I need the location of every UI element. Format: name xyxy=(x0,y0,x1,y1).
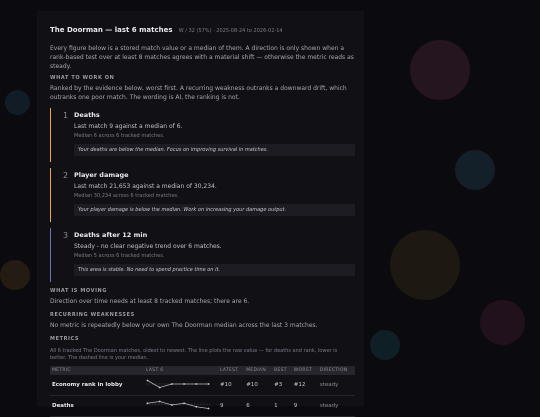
metric-latest: 9 xyxy=(218,395,245,417)
report-content: The Doorman — last 6 matches W / 32 (57%… xyxy=(50,26,355,417)
priority-number: 1 xyxy=(63,111,69,120)
metric-worst: 9 xyxy=(291,395,318,417)
priority-sub: Median 30,234 across 6 tracked matches. xyxy=(74,193,179,199)
sparkline-cell xyxy=(144,395,218,417)
sparkline-point xyxy=(171,404,173,406)
priority-item: 1 Deaths Last match 9 against a median o… xyxy=(50,108,355,162)
metric-latest: #10 xyxy=(218,375,245,396)
table-row: Deaths 9 6 1 9 steady xyxy=(50,395,355,417)
sparkline-point xyxy=(183,383,185,385)
sparkline-point xyxy=(158,386,161,389)
col-last6: LAST 6 xyxy=(144,366,218,375)
sparkline-point xyxy=(171,383,173,385)
metric-direction: steady xyxy=(317,375,355,396)
sparkline-point xyxy=(158,400,161,403)
metrics-header-row: METRIC LAST 6 LATEST MEDIAN BEST WORST D… xyxy=(50,366,355,375)
metric-median: #10 xyxy=(244,375,273,396)
priority-line: Last match 9 against a median of 6. xyxy=(74,123,183,130)
priority-note: This area is stable. No need to spend pr… xyxy=(74,264,355,276)
metric-worst: #12 xyxy=(291,375,318,396)
priority-title: Player damage xyxy=(74,171,129,179)
moving-text: Direction over time needs at least 8 tra… xyxy=(50,298,250,305)
sparkline-path xyxy=(147,401,209,409)
sparkline-point xyxy=(207,383,210,385)
priority-number: 3 xyxy=(63,231,69,240)
metrics-caption: All 6 tracked The Doorman matches, oldes… xyxy=(50,348,338,361)
metric-best: #3 xyxy=(272,375,292,396)
sparkline xyxy=(146,400,210,410)
priority-title: Deaths after 12 min xyxy=(74,231,148,239)
priority-number: 2 xyxy=(63,171,69,180)
priority-item: 3 Deaths after 12 min Steady - no clear … xyxy=(50,228,355,282)
page-title: The Doorman — last 6 matches xyxy=(50,26,173,34)
priority-line: Last match 21,653 against a median of 30… xyxy=(74,183,217,190)
sparkline-cell xyxy=(144,375,218,396)
sparkline-point xyxy=(146,379,149,382)
priority-note: Your deaths are below the median. Focus … xyxy=(74,144,355,156)
sparkline-point xyxy=(146,402,149,405)
col-best: BEST xyxy=(272,366,292,375)
priority-sub: Median 6 across 6 tracked matches. xyxy=(74,133,165,139)
section-heading-work-on: WHAT TO WORK ON xyxy=(50,75,115,81)
priority-item: 2 Player damage Last match 21,653 agains… xyxy=(50,168,355,222)
table-row: Economy rank in lobby #10 #10 #3 #12 ste… xyxy=(50,375,355,396)
page-header: The Doorman — last 6 matches W / 32 (57%… xyxy=(50,26,355,34)
sparkline-path xyxy=(147,380,209,388)
metric-direction: steady xyxy=(317,395,355,417)
col-worst: WORST xyxy=(291,366,318,375)
sparkline-point xyxy=(183,402,185,405)
sparkline xyxy=(146,379,210,389)
priority-note: Your player damage is below the median. … xyxy=(74,204,355,216)
metric-best: 1 xyxy=(272,395,292,417)
col-metric: METRIC xyxy=(50,366,144,375)
work-on-text: Ranked by the evidence below, worst firs… xyxy=(50,85,347,101)
metric-name: Economy rank in lobby xyxy=(50,375,144,396)
section-heading-recurring: RECURRING WEAKNESSES xyxy=(50,312,135,318)
recurring-text: No metric is repeatedly below your own T… xyxy=(50,322,318,329)
col-median: MEDIAN xyxy=(244,366,273,375)
intro-text: Every figure below is a stored match val… xyxy=(50,45,354,70)
sparkline-point xyxy=(195,405,198,408)
metric-median: 6 xyxy=(244,395,273,417)
page-subtitle: W / 32 (57%) · 2025-08-24 to 2026-02-14 xyxy=(178,28,283,34)
sparkline-point xyxy=(207,407,210,410)
col-direction: DIRECTION xyxy=(317,366,355,375)
col-latest: LATEST xyxy=(218,366,245,375)
priority-title: Deaths xyxy=(74,111,100,119)
metric-name: Deaths xyxy=(50,395,144,417)
sparkline-point xyxy=(195,383,198,385)
section-heading-moving: WHAT IS MOVING xyxy=(50,288,108,294)
metrics-table: METRIC LAST 6 LATEST MEDIAN BEST WORST D… xyxy=(50,366,355,417)
priority-line: Steady - no clear negative trend over 6 … xyxy=(74,243,222,250)
priority-sub: Median 5 across 6 tracked matches. xyxy=(74,253,165,259)
section-heading-metrics: METRICS xyxy=(50,336,80,342)
